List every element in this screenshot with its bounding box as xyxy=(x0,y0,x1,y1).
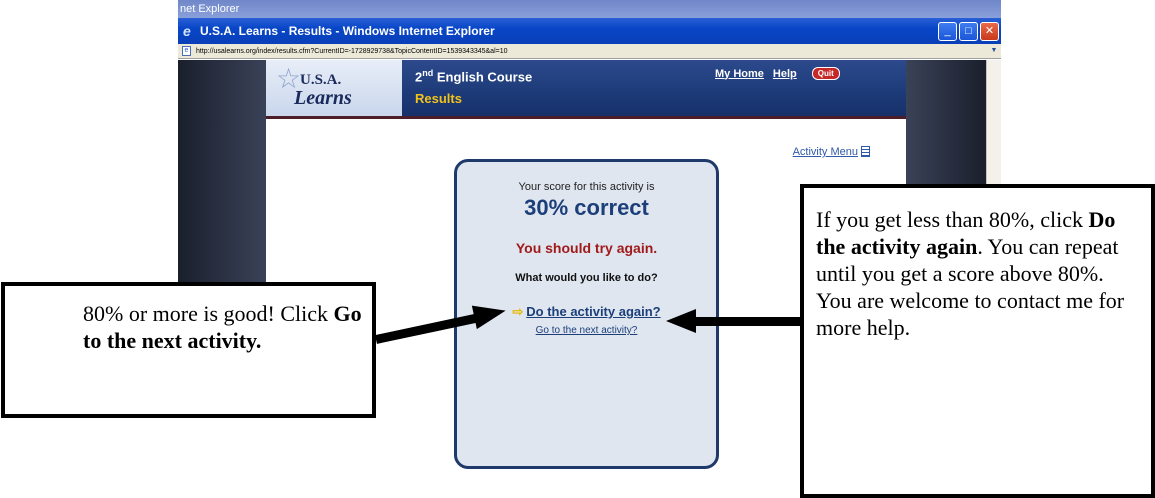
help-link[interactable]: Help xyxy=(773,68,797,80)
score-intro: Your score for this activity is xyxy=(518,181,655,193)
maximize-icon[interactable]: □ xyxy=(959,22,978,41)
address-bar[interactable]: e http://usalearns.org/index/results.cfm… xyxy=(178,44,1001,59)
annotation-right: If you get less than 80%, click Do the a… xyxy=(800,184,1155,498)
close-icon[interactable]: ✕ xyxy=(980,22,999,41)
annotation-right-text: If you get less than 80%, click xyxy=(816,207,1089,232)
annotation-left: 80% or more is good! Click Go to the nex… xyxy=(1,282,376,418)
course-ordinal: nd xyxy=(422,68,434,78)
my-home-link[interactable]: My Home xyxy=(715,68,764,80)
address-url[interactable]: http://usalearns.org/index/results.cfm?C… xyxy=(196,48,508,55)
quit-button[interactable]: Quit xyxy=(811,67,840,80)
window-title: U.S.A. Learns - Results - Windows Intern… xyxy=(200,24,495,38)
site-logo[interactable]: ☆ U.S.A. Learns xyxy=(266,60,402,116)
site-header: ☆ U.S.A. Learns 2nd English Course Resul… xyxy=(266,60,906,119)
header-nav: My Home Help Quit xyxy=(715,67,840,80)
do-activity-again-link[interactable]: Do the activity again? xyxy=(526,304,660,319)
arrow-to-again-head xyxy=(666,309,696,333)
window-controls: _ □ ✕ xyxy=(938,22,999,41)
next-activity-link[interactable]: Go to the next activity? xyxy=(536,325,638,336)
section-title: Results xyxy=(415,91,462,106)
background-window-title: net Explorer xyxy=(178,0,1001,18)
score-value: 30% correct xyxy=(524,195,649,220)
course-name: English Course xyxy=(433,69,533,85)
minimize-icon[interactable]: _ xyxy=(938,22,957,41)
page-icon: e xyxy=(182,46,191,56)
feedback-message: You should try again. xyxy=(515,240,658,256)
activity-menu-link[interactable]: Activity Menu xyxy=(793,146,858,158)
logo-learns-text: Learns xyxy=(294,87,352,109)
next-step-prompt: What would you like to do? xyxy=(515,272,658,284)
annotation-left-text: 80% or more is good! Click xyxy=(83,301,334,326)
window-titlebar[interactable]: e U.S.A. Learns - Results - Windows Inte… xyxy=(178,18,1001,44)
activity-menu-icon[interactable] xyxy=(861,146,870,157)
arrow-to-again-line xyxy=(696,317,800,326)
chevron-down-icon[interactable]: ▼ xyxy=(989,46,999,56)
arrow-right-icon: ⇨ xyxy=(512,304,524,319)
ie-e-icon: e xyxy=(183,23,191,39)
course-title: 2nd English Course xyxy=(415,68,532,84)
